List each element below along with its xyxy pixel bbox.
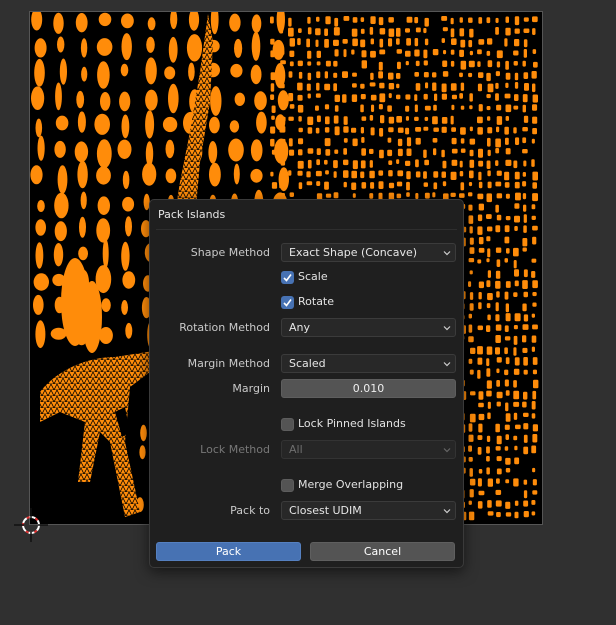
scale-label: Scale bbox=[298, 270, 328, 283]
margin-field[interactable]: 0.010 bbox=[281, 379, 456, 398]
lock-method-value: All bbox=[289, 443, 303, 456]
2d-cursor-icon[interactable] bbox=[14, 508, 48, 542]
rotation-method-dropdown[interactable]: Any bbox=[281, 318, 456, 337]
chevron-down-icon bbox=[443, 509, 451, 514]
chevron-down-icon bbox=[443, 362, 451, 367]
rotation-method-row: Rotation Method Any bbox=[150, 318, 463, 338]
margin-method-label: Margin Method bbox=[187, 357, 270, 370]
lock-method-row: Lock Method All bbox=[150, 440, 463, 460]
chevron-down-icon bbox=[443, 448, 451, 453]
pack-islands-dialog: Pack Islands Shape Method Exact Shape (C… bbox=[149, 199, 464, 568]
dialog-title: Pack Islands bbox=[158, 208, 226, 221]
margin-method-row: Margin Method Scaled bbox=[150, 354, 463, 374]
margin-method-dropdown[interactable]: Scaled bbox=[281, 354, 456, 373]
checkmark-icon bbox=[283, 274, 292, 282]
pack-to-dropdown[interactable]: Closest UDIM bbox=[281, 501, 456, 520]
scale-checkbox-box[interactable] bbox=[281, 271, 294, 284]
margin-label: Margin bbox=[232, 382, 270, 395]
lock-pinned-islands-checkbox-box[interactable] bbox=[281, 418, 294, 431]
merge-overlapping-label: Merge Overlapping bbox=[298, 478, 404, 491]
shape-method-row: Shape Method Exact Shape (Concave) bbox=[150, 243, 463, 263]
title-divider bbox=[156, 229, 457, 230]
shape-method-dropdown[interactable]: Exact Shape (Concave) bbox=[281, 243, 456, 262]
merge-overlapping-checkbox-box[interactable] bbox=[281, 479, 294, 492]
chevron-down-icon bbox=[443, 326, 451, 331]
pack-button[interactable]: Pack bbox=[156, 542, 301, 561]
pack-to-label: Pack to bbox=[230, 504, 270, 517]
margin-method-value: Scaled bbox=[289, 357, 326, 370]
pack-to-row: Pack to Closest UDIM bbox=[150, 501, 463, 521]
pack-to-value: Closest UDIM bbox=[289, 504, 362, 517]
margin-row: Margin 0.010 bbox=[150, 379, 463, 399]
rotation-method-label: Rotation Method bbox=[179, 321, 270, 334]
margin-value: 0.010 bbox=[352, 382, 385, 395]
shape-method-value: Exact Shape (Concave) bbox=[289, 246, 418, 259]
chevron-down-icon bbox=[443, 251, 451, 256]
lock-method-dropdown: All bbox=[281, 440, 456, 459]
rotation-method-value: Any bbox=[289, 321, 311, 334]
shape-method-label: Shape Method bbox=[190, 246, 270, 259]
lock-method-label: Lock Method bbox=[200, 443, 270, 456]
cancel-button[interactable]: Cancel bbox=[310, 542, 455, 561]
rotate-checkbox-box[interactable] bbox=[281, 296, 294, 309]
checkmark-icon bbox=[283, 299, 292, 307]
rotate-label: Rotate bbox=[298, 295, 335, 308]
lock-pinned-islands-label: Lock Pinned Islands bbox=[298, 417, 406, 430]
